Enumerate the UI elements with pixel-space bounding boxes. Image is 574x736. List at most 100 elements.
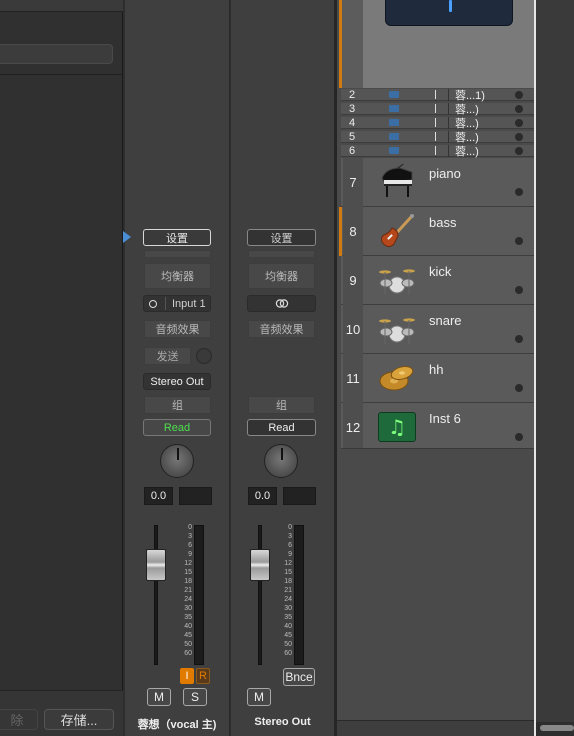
track-name[interactable]: piano bbox=[429, 166, 461, 181]
track-row-kick[interactable]: 9 kick bbox=[341, 256, 534, 305]
volume-fader-cap[interactable] bbox=[250, 549, 270, 581]
track-number: 8 bbox=[343, 207, 363, 256]
track-row-bass[interactable]: 8 bass bbox=[339, 207, 534, 256]
eq-button[interactable]: 均衡器 bbox=[248, 263, 315, 289]
inspector-panel bbox=[0, 0, 123, 736]
send-slot[interactable]: 发送 bbox=[144, 347, 191, 365]
sub-track-row[interactable]: 5 蓉...) bbox=[341, 130, 534, 144]
inspector-header bbox=[0, 0, 123, 12]
record-dot[interactable] bbox=[515, 146, 523, 155]
track-number: 12 bbox=[343, 403, 363, 452]
automation-read-button[interactable]: Read bbox=[143, 419, 211, 436]
record-dot[interactable] bbox=[515, 132, 523, 141]
stereo-link-button[interactable] bbox=[247, 295, 316, 312]
track-name[interactable]: Inst 6 bbox=[429, 411, 461, 426]
region-icon bbox=[389, 91, 399, 98]
drum-kit-icon bbox=[377, 311, 417, 347]
volume-fader-track[interactable] bbox=[258, 525, 262, 665]
volume-value[interactable]: 0.0 bbox=[144, 487, 173, 505]
pan-knob[interactable] bbox=[264, 444, 298, 478]
scrollbar-thumb[interactable] bbox=[540, 725, 574, 731]
peak-value bbox=[179, 487, 212, 505]
record-dot[interactable] bbox=[515, 384, 523, 392]
save-button[interactable]: 存储... bbox=[44, 709, 114, 730]
bass-guitar-icon bbox=[377, 213, 417, 249]
inspector-field[interactable] bbox=[0, 44, 113, 64]
track-row-snare[interactable]: 10 snare bbox=[341, 305, 534, 354]
track-name[interactable]: bass bbox=[429, 215, 456, 230]
divider bbox=[0, 74, 123, 75]
setting-button[interactable]: 设置 bbox=[247, 229, 316, 246]
volume-fader-cap[interactable] bbox=[146, 549, 166, 581]
record-enable-button[interactable]: R bbox=[196, 668, 210, 684]
solo-button[interactable]: S bbox=[183, 688, 207, 706]
selected-arrow-icon bbox=[123, 231, 131, 243]
record-dot[interactable] bbox=[515, 118, 523, 127]
setting-slot[interactable] bbox=[144, 250, 211, 258]
input-selector[interactable]: Input 1 bbox=[143, 295, 211, 312]
track-name[interactable]: hh bbox=[429, 362, 443, 377]
tracks-footer bbox=[337, 720, 534, 736]
eq-button[interactable]: 均衡器 bbox=[144, 263, 211, 289]
region-icon bbox=[389, 147, 399, 154]
track-name[interactable]: kick bbox=[429, 264, 451, 279]
plugin-window[interactable] bbox=[385, 0, 513, 26]
sub-track-row[interactable]: 4 蓉...) bbox=[341, 116, 534, 130]
output-button[interactable]: Stereo Out bbox=[143, 373, 211, 390]
mono-icon bbox=[149, 299, 157, 308]
volume-value[interactable]: 0.0 bbox=[248, 487, 277, 505]
music-note-icon: ♫ bbox=[377, 409, 417, 445]
inspector-footer: 除 存储... bbox=[0, 690, 123, 736]
track-number-cell bbox=[342, 0, 363, 88]
audio-fx-slot[interactable]: 音频效果 bbox=[248, 320, 315, 338]
track-number: 10 bbox=[343, 305, 363, 354]
cymbal-icon bbox=[377, 360, 417, 396]
delete-button[interactable]: 除 bbox=[0, 709, 38, 730]
track-row-piano[interactable]: 7 piano bbox=[341, 158, 534, 207]
audio-fx-slot[interactable]: 音频效果 bbox=[144, 320, 211, 338]
arrange-area[interactable] bbox=[536, 0, 574, 736]
record-dot[interactable] bbox=[515, 286, 523, 294]
group-slot[interactable]: 组 bbox=[144, 396, 211, 414]
peak-value bbox=[283, 487, 316, 505]
sub-track-row[interactable]: 3 蓉...) bbox=[341, 102, 534, 116]
drum-kit-icon bbox=[377, 262, 417, 298]
group-slot[interactable]: 组 bbox=[248, 396, 315, 414]
record-dot[interactable] bbox=[515, 104, 523, 113]
record-dot[interactable] bbox=[515, 335, 523, 343]
mute-button[interactable]: M bbox=[247, 688, 271, 706]
channel-strip-stereo-out: 设置 均衡器 音频效果 组 Read 0.0 0 3 6 9 12 15 18 21 24 30 3… bbox=[231, 0, 334, 736]
track-number: 11 bbox=[343, 354, 363, 403]
meter-scale: 0 3 6 9 12 15 18 21 24 30 35 40 45 50 60 bbox=[184, 524, 192, 657]
volume-fader-track[interactable] bbox=[154, 525, 158, 665]
input-monitor-button[interactable]: I bbox=[180, 668, 194, 684]
stereo-icon bbox=[275, 299, 288, 308]
track-row-inst6[interactable]: 12 ♫ Inst 6 bbox=[341, 403, 534, 452]
mute-button[interactable]: M bbox=[147, 688, 171, 706]
send-knob[interactable] bbox=[196, 348, 212, 364]
record-dot[interactable] bbox=[515, 433, 523, 441]
record-dot[interactable] bbox=[515, 188, 523, 196]
meter-scale: 0 3 6 9 12 15 18 21 24 30 35 40 45 50 60 bbox=[284, 524, 292, 657]
sub-track-row[interactable]: 6 蓉...) bbox=[341, 144, 534, 158]
track-row-hh[interactable]: 11 hh bbox=[341, 354, 534, 403]
setting-slot[interactable] bbox=[248, 250, 315, 258]
track-number: 9 bbox=[343, 256, 363, 305]
region-icon bbox=[389, 105, 399, 112]
automation-read-button[interactable]: Read bbox=[247, 419, 316, 436]
strip-name[interactable]: Stereo Out bbox=[231, 716, 334, 728]
record-dot[interactable] bbox=[515, 237, 523, 245]
pan-knob[interactable] bbox=[160, 444, 194, 478]
setting-button[interactable]: 设置 bbox=[143, 229, 211, 246]
empty-track-area[interactable] bbox=[341, 448, 534, 720]
selection-bar bbox=[339, 207, 342, 256]
track-name[interactable]: snare bbox=[429, 313, 462, 328]
level-meter bbox=[194, 525, 204, 665]
bounce-button[interactable]: Bnce bbox=[283, 668, 315, 686]
region-icon bbox=[389, 133, 399, 140]
region-icon bbox=[389, 119, 399, 126]
level-meter bbox=[294, 525, 304, 665]
strip-name[interactable]: 蓉想（vocal 主) bbox=[125, 716, 229, 732]
record-dot[interactable] bbox=[515, 90, 523, 99]
sub-track-row[interactable]: 2 蓉...1) bbox=[341, 88, 534, 102]
